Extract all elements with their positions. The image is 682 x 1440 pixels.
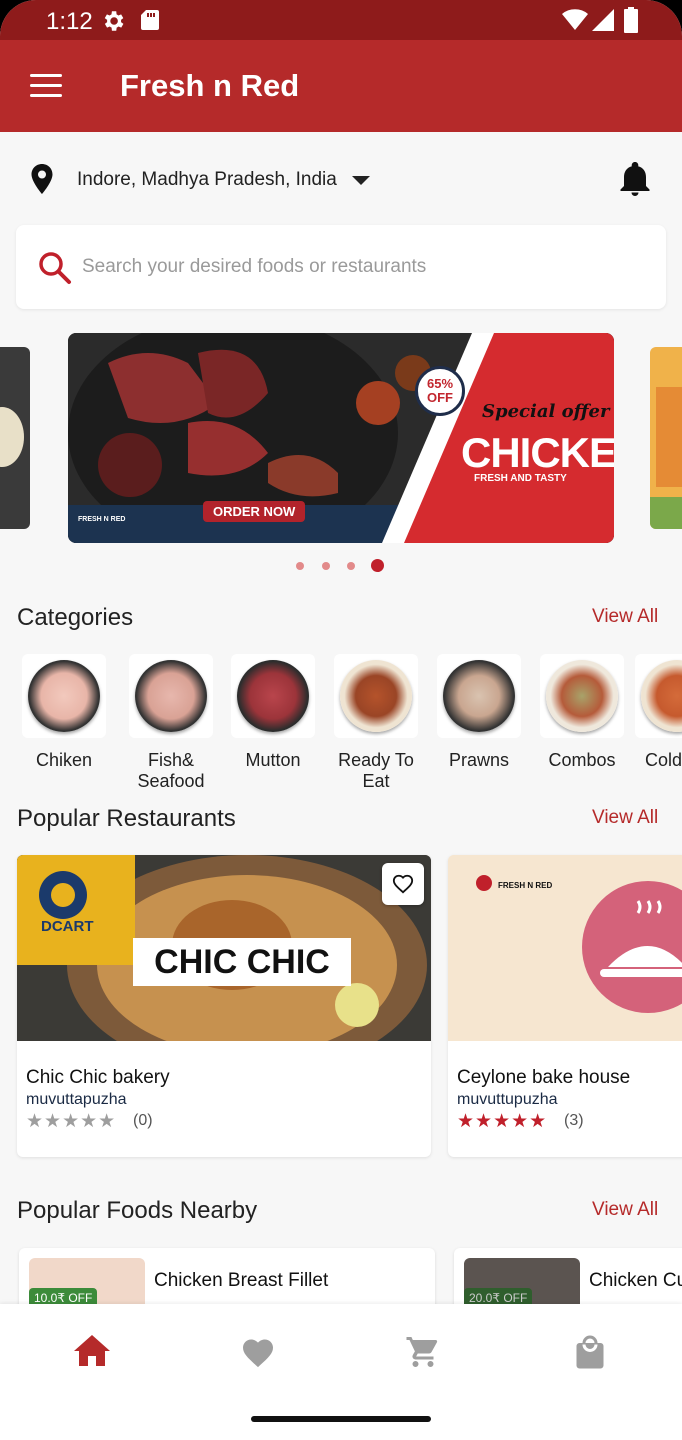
rating-count: (0) — [133, 1112, 153, 1129]
rating-stars: ★★★★★ — [457, 1111, 548, 1132]
carousel-dot[interactable] — [296, 562, 304, 570]
category-combos[interactable]: Combos — [532, 654, 632, 771]
carousel-dot[interactable] — [347, 562, 355, 570]
category-image — [231, 654, 315, 738]
category-label: Fish& Seafood — [137, 750, 205, 791]
status-time: 1:12 — [46, 8, 93, 35]
food-name: Chicken Cu — [589, 1270, 682, 1291]
orders-bag-icon[interactable] — [574, 1334, 606, 1370]
app-screen: 1:12 Fresh n Red Indore, Madhya Pradesh,… — [0, 0, 682, 1440]
location-row: Indore, Madhya Pradesh, India — [0, 132, 682, 224]
banner-special-offer: Special offer — [482, 401, 610, 422]
restaurant-image-logo: DCART — [41, 918, 94, 935]
category-image — [22, 654, 106, 738]
restaurants-view-all-link[interactable]: View All — [592, 807, 658, 829]
search-bar — [16, 225, 666, 309]
search-icon[interactable] — [38, 251, 72, 285]
gesture-bar — [0, 1400, 682, 1440]
banner-discount-off: OFF — [427, 390, 453, 405]
category-label: Cold — [645, 750, 682, 770]
wifi-icon — [562, 9, 588, 30]
restaurant-image: FRESH N RED — [448, 855, 682, 1041]
category-image — [334, 654, 418, 738]
offer-banner[interactable]: 65% OFF Special offer CHICKEN FRESH AND … — [68, 333, 614, 543]
banner-tagline: FRESH AND TASTY — [474, 473, 567, 484]
heart-outline-icon — [392, 874, 414, 894]
restaurant-name: Chic Chic bakery — [26, 1067, 170, 1088]
location-pin-icon — [31, 164, 53, 194]
category-chiken[interactable]: Chiken — [14, 654, 114, 771]
category-ready-to-eat[interactable]: Ready To Eat — [326, 654, 426, 792]
restaurant-photo — [448, 855, 682, 1041]
app-bar: Fresh n Red — [0, 40, 682, 132]
signal-icon — [592, 9, 614, 31]
foods-title: Popular Foods Nearby — [17, 1197, 258, 1224]
category-label: Ready To Eat — [338, 750, 414, 791]
location-selector[interactable]: Indore, Madhya Pradesh, India — [77, 169, 337, 191]
categories-view-all-link[interactable]: View All — [592, 606, 658, 628]
category-label: Combos — [548, 750, 616, 770]
rating-count: (3) — [564, 1112, 584, 1129]
restaurants-title: Popular Restaurants — [17, 805, 236, 832]
banner-previous-slide[interactable] — [0, 347, 30, 529]
category-label: Chiken — [35, 750, 93, 770]
carousel-dot[interactable] — [322, 562, 330, 570]
battery-icon — [624, 7, 638, 33]
brand-logo: FRESH N RED — [78, 516, 126, 523]
notification-bell-icon[interactable] — [620, 162, 650, 196]
category-cold[interactable]: Cold — [635, 654, 682, 771]
sd-card-icon — [141, 10, 159, 30]
favorites-icon[interactable] — [240, 1335, 276, 1368]
category-image — [437, 654, 521, 738]
carousel-dot-active[interactable] — [371, 559, 384, 572]
banner-discount-percent: 65% — [426, 376, 454, 391]
home-icon[interactable] — [74, 1334, 110, 1368]
restaurant-location: muvuttapuzha — [26, 1091, 127, 1108]
restaurant-name: Ceylone bake house — [457, 1067, 631, 1088]
food-name: Chicken Breast Fillet — [154, 1270, 329, 1291]
favorite-button[interactable] — [382, 863, 424, 905]
settings-icon — [104, 11, 124, 31]
home-gesture-handle[interactable] — [251, 1416, 431, 1422]
menu-icon[interactable] — [30, 74, 62, 98]
banner-next-slide[interactable] — [650, 347, 682, 529]
search-input[interactable] — [82, 245, 642, 289]
status-bar: 1:12 — [0, 0, 682, 40]
restaurant-image-text: CHIC CHIC — [154, 943, 330, 981]
order-now-button[interactable]: ORDER NOW — [203, 501, 306, 522]
bottom-navigation — [0, 1304, 682, 1400]
chevron-down-icon[interactable] — [352, 176, 370, 185]
restaurant-image: DCART CHIC CHIC — [17, 855, 431, 1041]
banner-headline: CHICKEN — [461, 429, 614, 476]
rating-stars: ★★★★★ — [26, 1111, 117, 1132]
restaurant-card[interactable]: DCART CHIC CHIC Chic Chic bakery muvutta… — [17, 855, 431, 1157]
category-image — [129, 654, 213, 738]
category-image — [635, 654, 682, 738]
restaurant-location: muvuttupuzha — [457, 1091, 558, 1108]
category-mutton[interactable]: Mutton — [223, 654, 323, 771]
restaurant-image-logo: FRESH N RED — [498, 881, 553, 890]
category-label: Mutton — [245, 750, 301, 770]
category-label: Prawns — [448, 750, 510, 770]
categories-title: Categories — [17, 604, 134, 631]
foods-view-all-link[interactable]: View All — [592, 1199, 658, 1221]
category-image — [540, 654, 624, 738]
restaurant-card[interactable]: FRESH N RED Ceylone bake house muvuttupu… — [448, 855, 682, 1157]
category-prawns[interactable]: Prawns — [429, 654, 529, 771]
category-fish-seafood[interactable]: Fish& Seafood — [121, 654, 221, 792]
banner-discount-badge: 65% OFF — [415, 366, 465, 416]
cart-icon[interactable] — [405, 1334, 441, 1370]
app-title: Fresh n Red — [120, 68, 300, 103]
